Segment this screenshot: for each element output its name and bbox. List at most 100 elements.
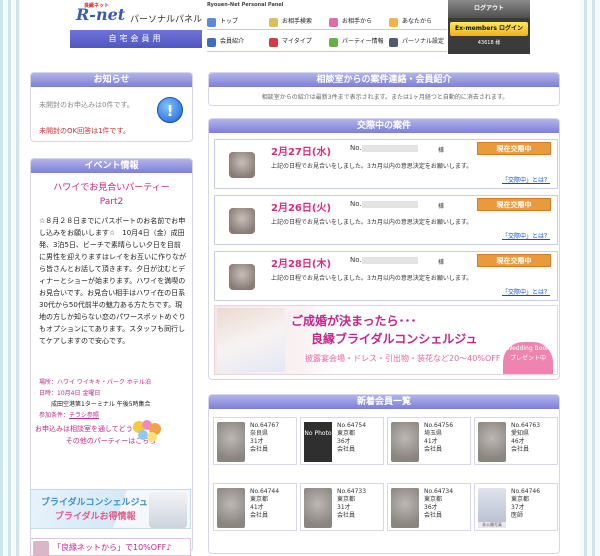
logout-button[interactable]: ログアウト: [448, 0, 530, 18]
member-no: No.64767: [250, 422, 280, 429]
case-no-label: No.: [350, 256, 362, 264]
event-date: 日時：10月4日 金曜日: [39, 390, 101, 397]
case-message: 上記の日程でお見合いをしました。3カ月以内の意思決定をお願いします。: [271, 163, 473, 170]
banner-photo: [33, 541, 49, 556]
case-no-label: No.: [350, 200, 362, 208]
member-no: No.64746: [511, 488, 541, 495]
case-honorific: 様: [438, 147, 445, 154]
panel-title: パーソナルパネル: [130, 15, 203, 25]
event-name-line1: ハワイでお見合いパーティー: [53, 183, 170, 193]
member-age: 41才: [424, 438, 438, 445]
nav-from-you[interactable]: あなたから: [389, 16, 432, 28]
member-card[interactable]: 非公開写真 No.64746 東京都 37才 医師: [474, 483, 558, 531]
nav-top[interactable]: トップ: [207, 16, 238, 28]
member-card[interactable]: No.64744 東京都 41才 会社員: [213, 483, 297, 531]
search-icon: [269, 18, 278, 27]
member-info: No.64767 奈良県 31才 会社員: [250, 422, 279, 454]
member-no: No.64754: [337, 422, 367, 429]
member-pref: 愛知県: [511, 430, 530, 437]
discount-banner[interactable]: 「良縁ネットから」で10%OFF♪: [30, 538, 191, 556]
consult-note: 相談室からの紹介は最新3件まで表示されます。または1ヶ月経つと自動的に消去されま…: [261, 94, 509, 101]
avatar: [229, 264, 255, 290]
nav-label: パーティー情報: [342, 38, 384, 45]
nav-grid: Ryouen-Net Personal Panel トップ お相手検索 お相手か…: [207, 2, 447, 52]
member-card[interactable]: No.64767 奈良県 31才 会社員: [213, 417, 297, 465]
member-info: No.64746 東京都 37才 医師: [511, 488, 540, 520]
nav-from-partner[interactable]: お相手から: [329, 16, 372, 28]
what-is-dating-link[interactable]: 「交際中」とは？: [502, 231, 550, 240]
wedding-banner[interactable]: ご成婚が決まったら･･･ 良縁ブライダルコンシェルジュ 披露宴会場・ドレス・引出…: [214, 305, 558, 375]
nav-search[interactable]: お相手検索: [269, 16, 312, 28]
ex-members-login-button[interactable]: Ex-members ログイン: [450, 22, 528, 36]
what-is-dating-link[interactable]: 「交際中」とは？: [502, 175, 550, 184]
case-card[interactable]: 2月27日(水) No. 様 現在交際中 上記の日程でお見合いをしました。3カ月…: [214, 139, 558, 189]
nav-members[interactable]: 会員紹介: [207, 36, 244, 48]
nav-label: トップ: [220, 18, 239, 25]
member-info: No.64734 東京都 36才 会社員: [424, 488, 453, 520]
event-meeting-point: 成田空港第1ターミナル 午後5時集合: [51, 401, 151, 408]
cases-title: 交際中の案件: [209, 119, 559, 133]
case-message: 上記の日程でお見合いをしました。3カ月以内の意思決定をお願いします。: [271, 219, 473, 226]
member-job: 会社員: [337, 446, 356, 453]
case-card[interactable]: 2月28日(木) No. 様 現在交際中 上記の日程でお見合いをしました。3カ月…: [214, 251, 558, 301]
case-card[interactable]: 2月26日(火) No. 様 現在交際中 上記の日程でお見合いをしました。3カ月…: [214, 195, 558, 245]
header: 良縁ネット R-net パーソナルパネル 自宅会員用 Ryouen-Net Per…: [70, 0, 580, 56]
redacted-block: [361, 256, 418, 264]
wedding-service-name: 良縁ブライダルコンシェルジュ: [311, 332, 478, 346]
consult-panel: 相談室からの案件連絡・会員紹介 相談室からの紹介は最新3件まで表示されます。また…: [208, 72, 560, 106]
event-description: ☆８月２８日までにパスポートのお名前でお申し込みをお願いします☆ 10月4日（金…: [39, 217, 186, 345]
member-age: 37才: [511, 504, 525, 511]
banner-subtitle: ブライダルお得情報: [55, 512, 136, 522]
member-photo: [391, 488, 419, 528]
member-job: 会社員: [250, 512, 269, 519]
nav-label: マイタイプ: [282, 38, 312, 45]
member-card[interactable]: No.64734 東京都 36才 会社員: [387, 483, 471, 531]
nav-party[interactable]: パーティー情報: [329, 36, 384, 48]
event-cond-link[interactable]: チラシ参照: [69, 412, 99, 419]
nav-label: あなたから: [402, 18, 433, 25]
logo-area[interactable]: 良縁ネット R-net パーソナルパネル: [70, 3, 210, 29]
event-name[interactable]: ハワイでお見合いパーティー Part2: [31, 181, 192, 209]
dating-status-button[interactable]: 現在交際中: [477, 198, 551, 211]
nav-mytype[interactable]: マイタイプ: [269, 36, 312, 48]
page: 良縁ネット R-net パーソナルパネル 自宅会員用 Ryouen-Net Per…: [20, 0, 580, 556]
logo[interactable]: 良縁ネット R-net: [76, 3, 125, 24]
event-name-line2: Part2: [99, 197, 124, 207]
cases-panel: 交際中の案件 2月27日(水) No. 様 現在交際中 上記の日程でお見合いをし…: [208, 118, 560, 380]
logo-subtext: 良縁ネット: [84, 3, 110, 9]
member-card[interactable]: No.64756 埼玉県 41才 会社員: [387, 417, 471, 465]
what-is-dating-link[interactable]: 「交際中」とは？: [502, 287, 550, 296]
member-info: No.64733 東京都 31才 会社員: [337, 488, 366, 520]
notice-applications[interactable]: 未開封のお申込みは0件です。: [39, 100, 134, 110]
settings-icon: [389, 38, 398, 47]
info-icon: !: [157, 97, 183, 123]
flower-decoration-icon: [133, 420, 161, 442]
nav-settings[interactable]: パーソナル設定: [389, 36, 444, 48]
home-icon: [207, 18, 216, 27]
dating-status-button[interactable]: 現在交際中: [477, 142, 551, 155]
member-card[interactable]: No.64733 東京都 31才 会社員: [300, 483, 384, 531]
member-age: 31才: [250, 438, 264, 445]
home-members-tab[interactable]: 自宅会員用: [70, 30, 202, 48]
case-member-no: No.: [350, 144, 418, 152]
redacted-block: [361, 200, 418, 208]
case-date: 2月27日(水): [271, 147, 332, 158]
dating-status-button[interactable]: 現在交際中: [477, 254, 551, 267]
member-job: 会社員: [424, 512, 443, 519]
member-photo: [217, 422, 245, 462]
case-honorific: 様: [438, 259, 445, 266]
member-card[interactable]: No Photo No.64754 東京都 36才 会社員: [300, 417, 384, 465]
event-cond-label: 参加条件：: [39, 412, 70, 419]
notice-ok-replies[interactable]: 未開封のOK回答は1件です。: [39, 126, 130, 136]
account-box: ログアウト Ex-members ログイン 43618 様: [448, 0, 530, 54]
member-age: 36才: [337, 438, 351, 445]
pencil-icon: [269, 38, 278, 47]
case-no-label: No.: [350, 144, 362, 152]
member-job: 会社員: [337, 512, 356, 519]
private-photo-label: 非公開写真: [478, 522, 506, 528]
member-card[interactable]: No.64763 愛知県 46才 会社員: [474, 417, 558, 465]
member-age: 41才: [250, 504, 264, 511]
bridal-concierge-banner[interactable]: ブライダルコンシェルジュ ブライダルお得情報: [30, 489, 191, 529]
member-pref: 奈良県: [250, 430, 269, 437]
member-no: No.64763: [511, 422, 541, 429]
